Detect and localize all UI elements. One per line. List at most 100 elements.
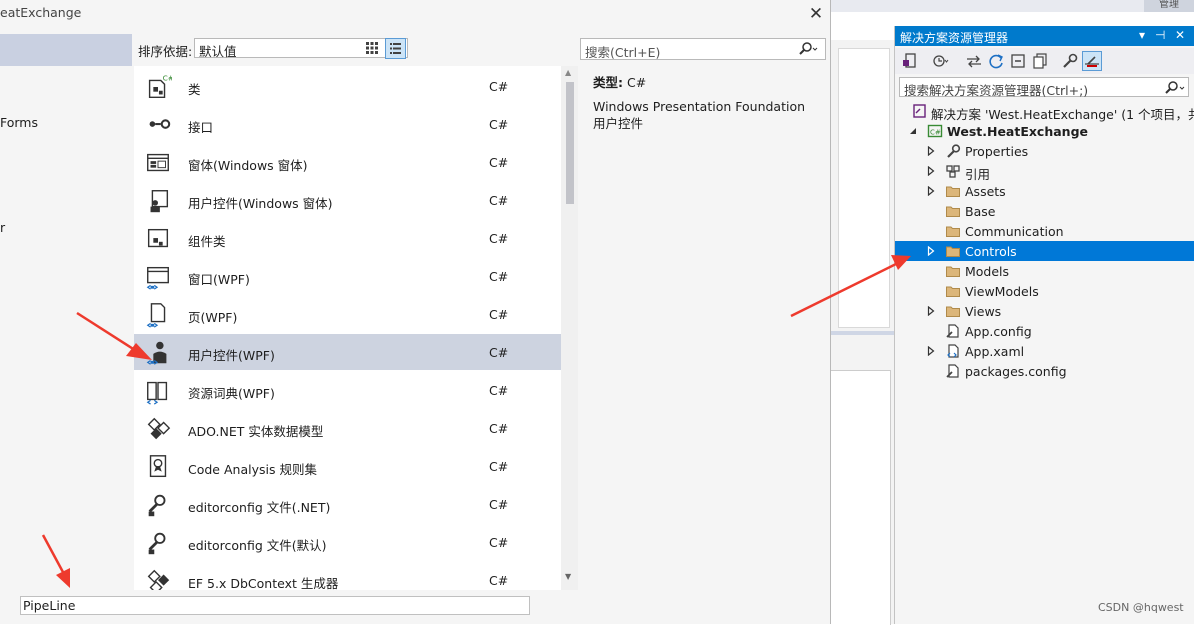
- resource-dictionary-icon: [146, 381, 168, 405]
- template-row[interactable]: editorconfig 文件(.NET) C#: [134, 486, 561, 522]
- template-language: C#: [489, 193, 509, 208]
- sync-icon[interactable]: [965, 52, 983, 70]
- component-class-icon: [147, 228, 169, 248]
- template-row[interactable]: EF 5.x DbContext 生成器 C#: [134, 562, 561, 590]
- scroll-up-icon[interactable]: ▲: [565, 68, 571, 77]
- type-label: 类型:: [593, 75, 623, 90]
- solution-tree: 解决方案 'West.HeatExchange' (1 个项目，共 1 C# Wes…: [895, 101, 1194, 421]
- template-row[interactable]: 用户控件(Windows 窗体) C#: [134, 182, 561, 218]
- template-name: 窗口(WPF): [188, 272, 250, 287]
- collapsed-triangle-icon[interactable]: [927, 166, 935, 176]
- tree-item[interactable]: Views: [895, 301, 1194, 321]
- close-icon[interactable]: ✕: [1175, 28, 1185, 42]
- category-item-forms[interactable]: Forms: [0, 115, 38, 130]
- tree-item[interactable]: C# West.HeatExchange: [895, 121, 1194, 141]
- tree-item-label: Properties: [965, 144, 1029, 159]
- tree-item[interactable]: Properties: [895, 141, 1194, 161]
- template-language: C#: [489, 345, 509, 360]
- sort-label: 排序依据:: [138, 44, 193, 59]
- template-row[interactable]: 窗体(Windows 窗体) C#: [134, 144, 561, 180]
- properties-wrench-icon[interactable]: [1061, 52, 1079, 70]
- scroll-down-icon[interactable]: ▼: [565, 572, 571, 581]
- template-name: EF 5.x DbContext 生成器: [188, 576, 339, 590]
- folder-icon: [946, 186, 960, 197]
- ef-dbcontext-icon: [147, 569, 170, 590]
- tree-item[interactable]: ViewModels: [895, 281, 1194, 301]
- close-icon[interactable]: ✕: [807, 5, 825, 25]
- template-name: 类: [188, 82, 201, 97]
- interface-icon: [149, 119, 171, 129]
- template-row[interactable]: 窗口(WPF) C#: [134, 258, 561, 294]
- solution-explorer-panel: 解决方案资源管理器 ▾ ⊣ ✕ 搜索解决方案资源管理器(Ctrl+;) 解决方案…: [894, 26, 1194, 624]
- tree-item[interactable]: App.config: [895, 321, 1194, 341]
- template-row[interactable]: Code Analysis 规则集 C#: [134, 448, 561, 484]
- tree-item[interactable]: Base: [895, 201, 1194, 221]
- refresh-icon[interactable]: [987, 52, 1005, 70]
- collapse-all-icon[interactable]: [1009, 52, 1027, 70]
- tree-item[interactable]: App.xaml: [895, 341, 1194, 361]
- grid-view-icon: [366, 42, 378, 54]
- ado-net-icon: [147, 417, 171, 440]
- editorconfig-net-icon: [148, 494, 166, 517]
- list-view-button[interactable]: [385, 38, 406, 59]
- category-item[interactable]: r: [0, 220, 5, 235]
- template-language: C#: [489, 79, 509, 94]
- template-row[interactable]: 资源词典(WPF) C#: [134, 372, 561, 408]
- tree-item[interactable]: 解决方案 'West.HeatExchange' (1 个项目，共 1: [895, 101, 1194, 122]
- collapsed-triangle-icon[interactable]: [927, 306, 935, 316]
- tree-item[interactable]: Controls: [895, 241, 1194, 261]
- template-language: C#: [489, 535, 509, 550]
- folder-icon: [946, 226, 960, 237]
- template-row[interactable]: C# 类 C#: [134, 68, 561, 104]
- folder-icon: [946, 286, 960, 297]
- collapsed-triangle-icon[interactable]: [927, 146, 935, 156]
- category-item-selected[interactable]: [0, 34, 132, 66]
- ide-top-tab[interactable]: 管理: [1144, 0, 1194, 12]
- grid-view-button[interactable]: [362, 38, 382, 58]
- template-name: ADO.NET 实体数据模型: [188, 424, 324, 439]
- solution-explorer-titlebar: 解决方案资源管理器 ▾ ⊣ ✕: [895, 26, 1194, 46]
- expanded-triangle-icon[interactable]: [909, 126, 917, 136]
- template-row[interactable]: ADO.NET 实体数据模型 C#: [134, 410, 561, 446]
- item-name-input[interactable]: [20, 596, 530, 615]
- tree-item[interactable]: Assets: [895, 181, 1194, 201]
- solution-explorer-search-input[interactable]: 搜索解决方案资源管理器(Ctrl+;): [899, 77, 1189, 98]
- switch-views-icon[interactable]: [901, 52, 919, 70]
- search-icon[interactable]: [797, 41, 819, 57]
- tree-item[interactable]: Models: [895, 261, 1194, 281]
- references-icon: [946, 165, 960, 178]
- tree-item-label: Views: [965, 304, 1002, 319]
- wpf-page-icon: [146, 303, 166, 328]
- collapsed-triangle-icon[interactable]: [927, 346, 935, 356]
- tree-item[interactable]: packages.config: [895, 361, 1194, 381]
- window-menu-icon[interactable]: ▾: [1139, 28, 1145, 42]
- template-list-scrollbar[interactable]: ▲ ▼: [561, 66, 578, 590]
- tree-item[interactable]: 引用: [895, 161, 1194, 182]
- category-pane: Forms r: [0, 34, 132, 590]
- template-row[interactable]: 用户控件(WPF) C#: [134, 334, 561, 370]
- template-row[interactable]: 接口 C#: [134, 106, 561, 142]
- template-name: 资源词典(WPF): [188, 386, 275, 401]
- preview-selected-icon[interactable]: [1082, 51, 1102, 71]
- search-icon[interactable]: [1162, 80, 1186, 95]
- template-name: editorconfig 文件(默认): [188, 538, 327, 553]
- tree-item-label: Controls: [965, 244, 1017, 259]
- watermark: CSDN @hqwest: [1098, 601, 1184, 614]
- show-all-files-icon[interactable]: [1031, 52, 1049, 70]
- winforms-user-control-icon: [150, 190, 169, 213]
- collapsed-triangle-icon[interactable]: [927, 246, 935, 256]
- scrollbar-thumb[interactable]: [566, 82, 574, 204]
- template-row[interactable]: 组件类 C#: [134, 220, 561, 256]
- template-name: 窗体(Windows 窗体): [188, 158, 308, 173]
- template-search-input[interactable]: 搜索(Ctrl+E): [580, 38, 826, 60]
- tree-item-label: Models: [965, 264, 1010, 279]
- collapsed-triangle-icon[interactable]: [927, 186, 935, 196]
- tree-item[interactable]: Communication: [895, 221, 1194, 241]
- template-row[interactable]: 页(WPF) C#: [134, 296, 561, 332]
- template-row[interactable]: editorconfig 文件(默认) C#: [134, 524, 561, 560]
- rule-set-icon: [149, 455, 167, 478]
- template-language: C#: [489, 421, 509, 436]
- history-icon[interactable]: [931, 52, 949, 70]
- pin-icon[interactable]: ⊣: [1155, 28, 1165, 42]
- solution-explorer-search-placeholder: 搜索解决方案资源管理器(Ctrl+;): [904, 83, 1089, 98]
